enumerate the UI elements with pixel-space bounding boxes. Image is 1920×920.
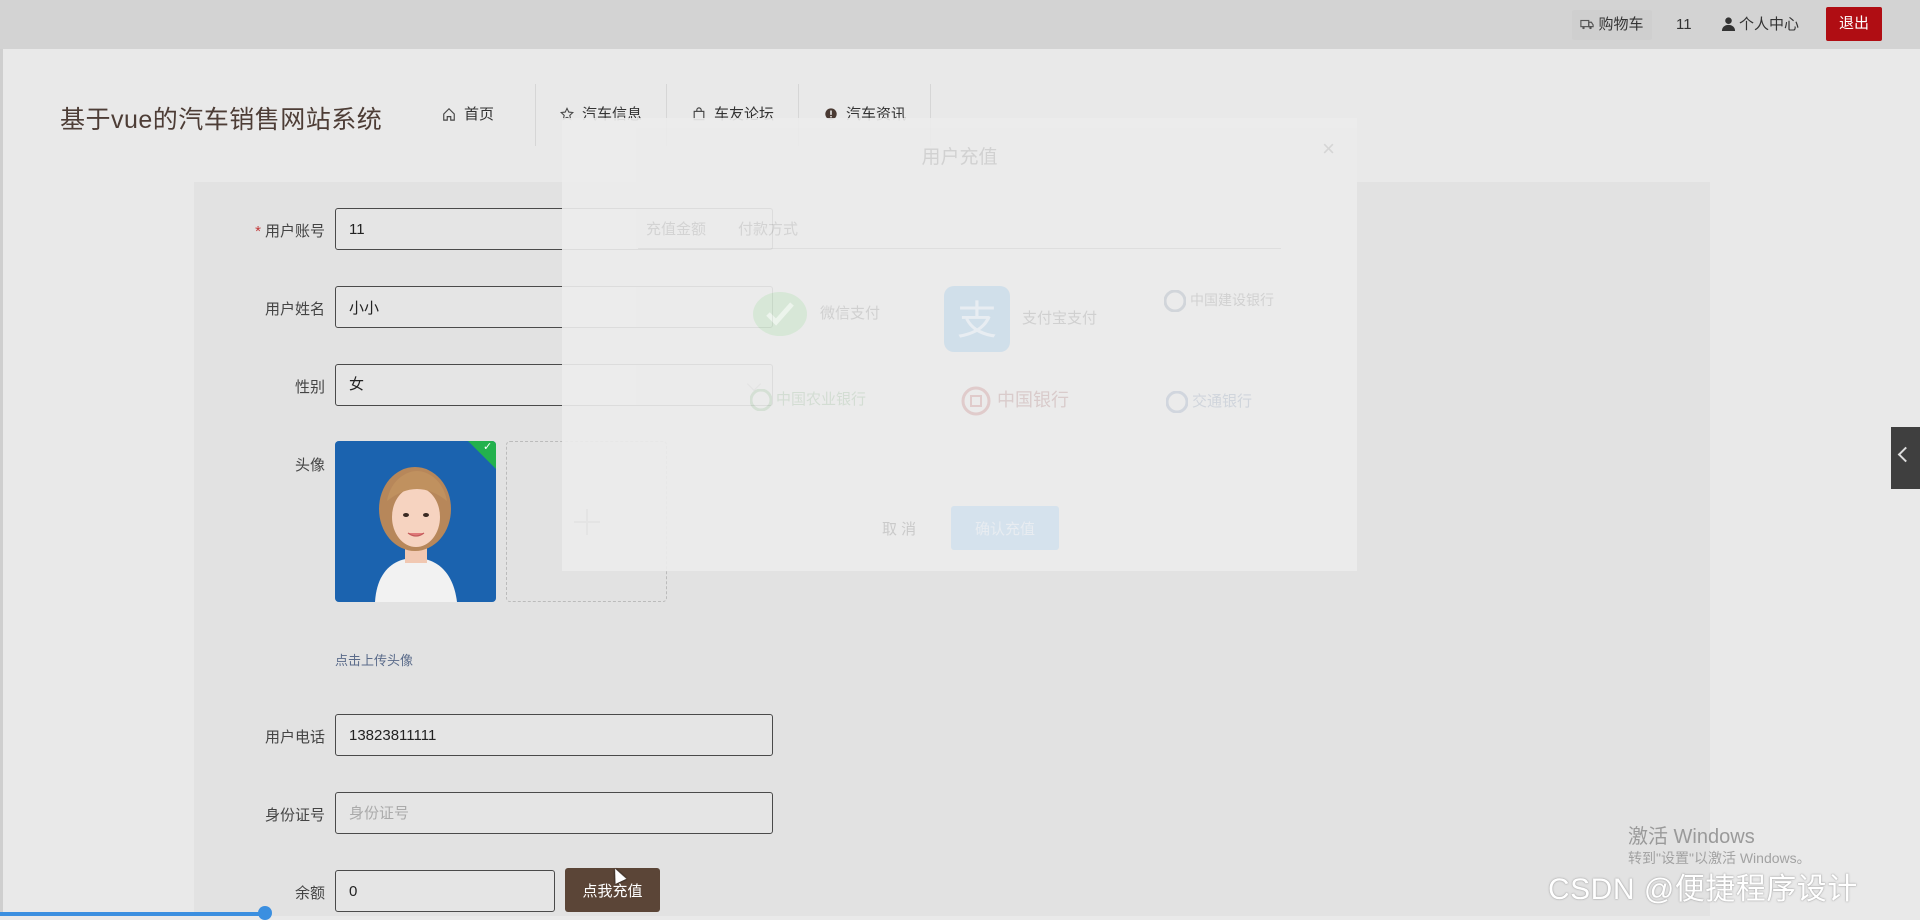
chevron-left-icon	[1897, 446, 1914, 463]
modal-confirm-button[interactable]: 确认充值	[951, 506, 1059, 550]
balance-label: 余额	[294, 885, 325, 902]
modal-title: 用户充值	[921, 147, 998, 168]
id-card-input[interactable]	[335, 792, 773, 834]
avatar-label: 头像	[294, 457, 325, 474]
pay-option-abc[interactable]: 中国农业银行	[750, 388, 867, 412]
balance-input[interactable]	[335, 870, 555, 912]
account-label: * 用户账号	[185, 220, 325, 241]
profile-label: 个人中心	[1739, 16, 1800, 33]
pay-label: 中国银行	[997, 390, 1069, 410]
cart-label: 购物车	[1598, 16, 1644, 33]
pay-option-boc[interactable]: 中国银行	[961, 386, 1069, 416]
pay-label: 微信支付	[820, 304, 881, 322]
top-bar: 购物车 11 个人中心 退出	[0, 0, 1920, 49]
required-mark: *	[255, 223, 261, 240]
avatar-image	[335, 441, 496, 602]
gender-label: 性别	[294, 379, 325, 396]
phone-label: 用户电话	[264, 729, 325, 746]
side-drawer-toggle[interactable]	[1891, 427, 1920, 489]
account-label-text: 用户账号	[264, 223, 325, 240]
phone-input[interactable]	[335, 714, 773, 756]
cart-button[interactable]: 购物车	[1572, 10, 1652, 40]
pay-option-alipay[interactable]: 支 支付宝支付	[944, 286, 1097, 352]
username-display: 11	[1676, 16, 1692, 33]
tab-payment[interactable]: 付款方式	[738, 218, 798, 239]
nav-divider	[535, 84, 536, 146]
pay-label: 中国建设银行	[1190, 292, 1274, 308]
alipay-icon: 支	[944, 286, 1010, 352]
wechat-pay-icon	[753, 292, 807, 336]
id-card-label: 身份证号	[264, 807, 325, 824]
progress-handle[interactable]	[258, 906, 272, 920]
uploaded-check-icon	[468, 441, 496, 469]
site-title: 基于vue的汽车销售网站系统	[60, 106, 383, 134]
user-icon	[1721, 17, 1736, 31]
nav-home[interactable]: 首页	[442, 84, 494, 146]
gender-value: 女	[349, 376, 365, 393]
bocom-logo	[1166, 391, 1188, 414]
close-icon[interactable]: ×	[1322, 136, 1335, 162]
pay-label: 中国农业银行	[776, 391, 867, 408]
left-edge	[0, 49, 3, 916]
nav-home-label: 首页	[464, 106, 495, 123]
pay-label: 支付宝支付	[1022, 309, 1098, 327]
boc-logo	[961, 386, 991, 416]
name-label: 用户姓名	[264, 301, 325, 318]
progress-bar	[0, 912, 266, 916]
home-icon	[443, 107, 455, 121]
pay-option-ccb[interactable]: 中国建设银行	[1164, 290, 1274, 313]
tab-divider	[638, 248, 1281, 249]
pay-option-bocom[interactable]: 交通银行	[1166, 390, 1253, 414]
ccb-logo	[1164, 290, 1186, 313]
truck-icon	[1580, 19, 1595, 30]
pay-label: 交通银行	[1192, 393, 1253, 410]
logout-button[interactable]: 退出	[1826, 7, 1882, 41]
recharge-modal: 用户充值 × 充值金额 付款方式 微信支付 支 支付宝支付 中国建设银行 中国农业…	[562, 118, 1357, 571]
tab-amount[interactable]: 充值金额	[646, 218, 706, 239]
svg-text:支: 支	[957, 298, 997, 344]
avatar-upload-hint[interactable]: 点击上传头像	[335, 650, 413, 669]
modal-cancel-button[interactable]: 取 消	[882, 518, 916, 539]
csdn-watermark: CSDN @便捷程序设计	[1548, 873, 1858, 906]
windows-activation-title: 激活 Windows	[1628, 826, 1755, 848]
profile-link[interactable]: 个人中心	[1721, 10, 1799, 40]
abc-logo	[750, 389, 772, 412]
pay-option-wechat[interactable]: 微信支付	[752, 290, 880, 338]
